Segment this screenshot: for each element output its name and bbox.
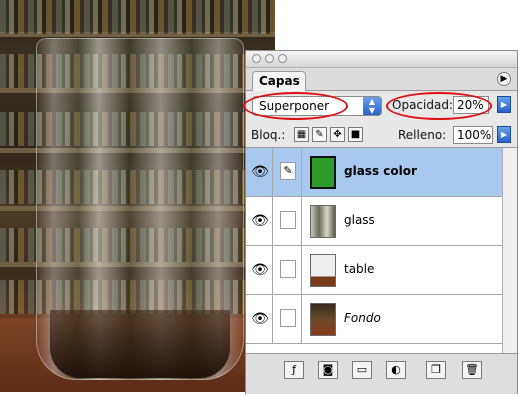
panel-titlebar[interactable]	[246, 51, 517, 68]
layer-styles-icon[interactable]: ƒ	[284, 361, 304, 379]
minimize-icon[interactable]	[265, 54, 274, 63]
eye-icon[interactable]: 👁	[248, 148, 273, 196]
chevron-updown-icon: ▲ ▼	[363, 97, 381, 115]
panel-menu-icon[interactable]: ▶	[497, 72, 511, 86]
layers-scrollbar[interactable]	[502, 148, 517, 353]
lock-icon[interactable]: ■	[348, 127, 363, 142]
panel-footer: ƒ ◙ ▭ ◐ ❐ 🗑	[246, 353, 517, 394]
layer-thumbnail	[310, 156, 336, 189]
lock-label: Bloq.:	[251, 128, 286, 142]
layer-thumbnail	[310, 303, 336, 336]
fill-arrow-icon[interactable]: ▶	[497, 126, 511, 143]
layer-name: Fondo	[344, 311, 381, 325]
brush-icon[interactable]: ✎	[312, 127, 327, 142]
layer-name: glass	[344, 213, 375, 227]
layer-name: table	[344, 262, 375, 276]
highlight-oval-blend	[243, 92, 348, 120]
folder-icon[interactable]: ▭	[352, 361, 372, 379]
highlight-oval-opacity	[386, 92, 492, 120]
mask-icon[interactable]: ◙	[318, 361, 338, 379]
layer-row[interactable]: 👁 table	[246, 246, 503, 295]
layers-panel: Capas ▶ Superponer ▲ ▼ Opacidad: 20% ▶ Bl…	[243, 50, 518, 394]
adjustment-layer-icon[interactable]: ◐	[386, 361, 406, 379]
fill-label: Relleno:	[398, 128, 447, 142]
layer-row[interactable]: 👁 ✎ glass color	[246, 148, 503, 197]
tab-capas[interactable]: Capas	[252, 71, 306, 91]
brush-icon: ✎	[280, 162, 296, 180]
link-box	[280, 309, 296, 327]
link-box	[280, 260, 296, 278]
fill-field[interactable]: 100%	[453, 126, 493, 144]
close-icon[interactable]	[252, 54, 261, 63]
layers-list: 👁 ✎ glass color 👁 glass 👁 table 👁 Fondo	[246, 148, 503, 353]
eye-icon[interactable]: 👁	[248, 295, 273, 343]
link-cell[interactable]	[273, 246, 302, 294]
link-cell[interactable]	[273, 197, 302, 245]
layer-name: glass color	[344, 164, 417, 178]
panel-tabs: Capas ▶	[246, 68, 517, 91]
link-cell[interactable]	[273, 295, 302, 343]
bottle-row	[0, 0, 275, 34]
move-icon[interactable]: ✥	[330, 127, 345, 142]
new-layer-icon[interactable]: ❐	[426, 361, 446, 379]
lock-fill-row: Bloq.: ▦ ✎ ✥ ■ Relleno: 100% ▶	[246, 123, 517, 148]
opacity-arrow-icon[interactable]: ▶	[497, 96, 511, 113]
zoom-icon[interactable]	[278, 54, 287, 63]
link-box	[280, 211, 296, 229]
eye-icon[interactable]: 👁	[248, 197, 273, 245]
blend-opacity-row: Superponer ▲ ▼ Opacidad: 20% ▶	[243, 91, 517, 121]
link-cell[interactable]: ✎	[273, 148, 302, 196]
layer-row[interactable]: 👁 Fondo	[246, 295, 503, 344]
canvas-photo	[0, 0, 275, 392]
layer-row[interactable]: 👁 glass	[246, 197, 503, 246]
layer-thumbnail	[310, 254, 336, 287]
trash-icon[interactable]: 🗑	[462, 361, 482, 379]
eye-icon[interactable]: 👁	[248, 246, 273, 294]
lock-transparency-icon[interactable]: ▦	[294, 127, 309, 142]
glass-base	[50, 310, 230, 378]
layer-thumbnail	[310, 205, 336, 238]
